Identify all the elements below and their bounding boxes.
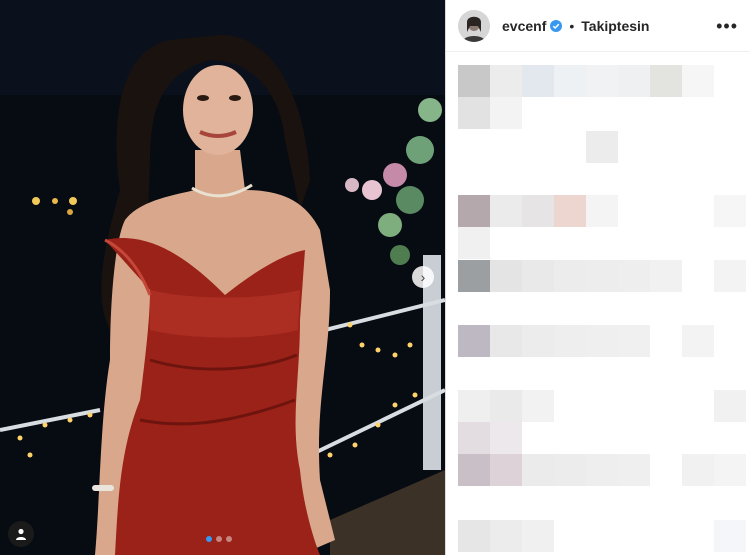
pixelated-block — [714, 520, 746, 552]
pixelated-block — [490, 97, 522, 129]
pixelated-block — [682, 65, 714, 97]
pixelated-block — [458, 520, 490, 552]
pixelated-block — [522, 65, 554, 97]
carousel-dot — [216, 536, 222, 542]
pixelated-block — [522, 260, 554, 292]
pixelated-block — [682, 325, 714, 357]
pixelated-block — [522, 454, 554, 486]
pixelated-block — [586, 325, 618, 357]
pixelated-block — [586, 65, 618, 97]
profile-photo — [458, 9, 490, 42]
pixelated-block — [458, 227, 490, 259]
separator-dot: • — [569, 17, 575, 34]
instagram-post: › evcenf • Takiptesin ••• — [0, 0, 750, 555]
pixelated-block — [458, 97, 490, 129]
pixelated-block — [618, 65, 650, 97]
pixelated-block — [586, 454, 618, 486]
pixelated-block — [554, 325, 586, 357]
post-header: evcenf • Takiptesin ••• — [446, 0, 750, 52]
chevron-right-icon: › — [420, 269, 426, 285]
pixelated-block — [458, 422, 490, 454]
post-sidebar: evcenf • Takiptesin ••• — [445, 0, 750, 555]
pixelated-block — [650, 65, 682, 97]
pixelated-block — [490, 195, 522, 227]
carousel-indicator — [206, 536, 232, 542]
pixelated-block — [650, 260, 682, 292]
pixelated-block — [714, 195, 746, 227]
carousel-dot — [226, 536, 232, 542]
pixelated-block — [586, 131, 618, 163]
follow-status[interactable]: Takiptesin — [581, 18, 649, 34]
pixelated-block — [586, 260, 618, 292]
pixelated-block — [554, 195, 586, 227]
pixelated-block — [522, 520, 554, 552]
carousel-dot-active — [206, 536, 212, 542]
pixelated-block — [490, 65, 522, 97]
pixelated-block — [458, 390, 490, 422]
verified-badge-icon — [550, 19, 563, 32]
pixelated-block — [490, 325, 522, 357]
username-link[interactable]: evcenf — [502, 18, 546, 34]
pixelated-block — [458, 325, 490, 357]
post-photo[interactable]: › — [0, 0, 445, 555]
avatar[interactable] — [458, 9, 490, 42]
pixelated-block — [490, 454, 522, 486]
pixelated-block — [714, 454, 746, 486]
pixelated-block — [458, 454, 490, 486]
pixelated-block — [458, 260, 490, 292]
pixelated-block — [490, 422, 522, 454]
more-options-button[interactable]: ••• — [716, 17, 738, 35]
pixelated-block — [490, 520, 522, 552]
pixelated-block — [554, 260, 586, 292]
pixelated-block — [458, 195, 490, 227]
pixelated-block — [554, 65, 586, 97]
pixelated-block — [522, 390, 554, 422]
pixelated-block — [522, 325, 554, 357]
pixelated-comments-area — [446, 55, 750, 555]
user-tag-button[interactable] — [8, 521, 34, 547]
pixelated-block — [522, 195, 554, 227]
carousel-next-button[interactable]: › — [412, 266, 434, 288]
pixelated-block — [714, 260, 746, 292]
pixelated-block — [458, 65, 490, 97]
pixelated-block — [618, 325, 650, 357]
pixelated-block — [490, 390, 522, 422]
pixelated-block — [618, 454, 650, 486]
pixelated-block — [490, 260, 522, 292]
night-scene-illustration — [0, 0, 445, 555]
pixelated-block — [618, 260, 650, 292]
user-tag-icon — [16, 528, 26, 540]
pixelated-block — [554, 454, 586, 486]
more-horizontal-icon: ••• — [716, 15, 738, 36]
pixelated-block — [682, 454, 714, 486]
pixelated-block — [714, 390, 746, 422]
pixelated-block — [586, 195, 618, 227]
